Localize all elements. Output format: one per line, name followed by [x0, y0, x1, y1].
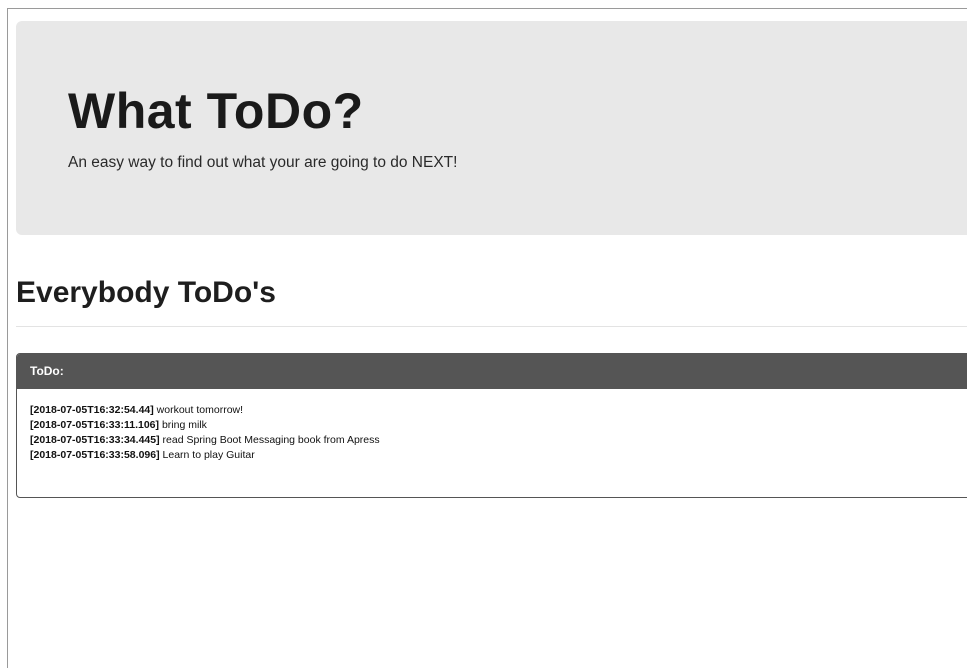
jumbotron: What ToDo? An easy way to find out what …	[16, 21, 967, 235]
todo-item: [2018-07-05T16:33:11.106] bring milk	[30, 418, 967, 433]
page-subtitle: An easy way to find out what your are go…	[68, 154, 458, 171]
todo-item: [2018-07-05T16:33:58.096] Learn to play …	[30, 448, 967, 463]
todo-list: [2018-07-05T16:32:54.44] workout tomorro…	[17, 389, 967, 463]
todo-timestamp: [2018-07-05T16:32:54.44]	[30, 404, 154, 416]
todo-timestamp: [2018-07-05T16:33:58.096]	[30, 449, 160, 461]
todo-panel-heading: ToDo:	[17, 354, 967, 389]
todo-item: [2018-07-05T16:33:34.445] read Spring Bo…	[30, 433, 967, 448]
todo-item: [2018-07-05T16:32:54.44] workout tomorro…	[30, 403, 967, 418]
section-title: Everybody ToDo's	[16, 276, 276, 309]
todo-text: Learn to play Guitar	[162, 449, 255, 461]
page-title: What ToDo?	[68, 83, 364, 139]
section-divider	[16, 326, 967, 327]
todo-timestamp: [2018-07-05T16:33:34.445]	[30, 434, 160, 446]
todo-text: workout tomorrow!	[156, 404, 244, 416]
todo-timestamp: [2018-07-05T16:33:11.106]	[30, 419, 160, 431]
todo-text: bring milk	[161, 419, 207, 431]
todo-text: read Spring Boot Messaging book from Apr…	[162, 434, 380, 446]
todo-panel: ToDo: [2018-07-05T16:32:54.44] workout t…	[16, 353, 967, 498]
